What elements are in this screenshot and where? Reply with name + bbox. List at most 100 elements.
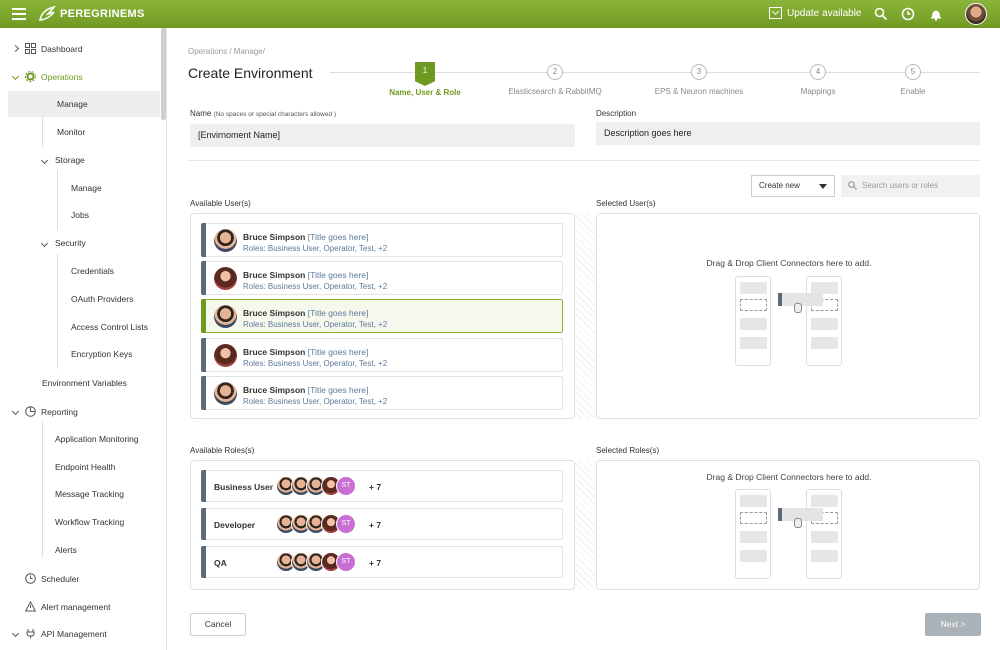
sidebar-item-label: Monitor: [57, 127, 86, 137]
illus-block-dashed: [740, 512, 767, 524]
drop-connector-decoration: [575, 460, 595, 590]
breadcrumb[interactable]: Operations / Manage/: [188, 47, 265, 56]
sidebar-item-security[interactable]: Security: [40, 238, 86, 248]
illus-block: [740, 495, 767, 507]
search-users-input[interactable]: Search users or roles: [841, 175, 980, 197]
sidebar-item-message-tracking[interactable]: Message Tracking: [55, 489, 124, 499]
member-initials-badge: ST: [336, 476, 356, 496]
user-card-selected[interactable]: Bruce Simpson [Title goes here] Roles: B…: [201, 299, 563, 333]
step-2[interactable]: 2 Elasticsearch & RabbitMQ: [495, 64, 615, 96]
create-new-dropdown[interactable]: Create new: [751, 175, 835, 197]
search-placeholder: Search users or roles: [862, 181, 939, 190]
user-title: [Title goes here]: [307, 270, 369, 280]
search-icon[interactable]: [874, 7, 888, 21]
next-button[interactable]: Next >: [925, 613, 981, 636]
step-3[interactable]: 3 EPS & Neuron machines: [639, 64, 759, 96]
sidebar-item-encryption[interactable]: Encryption Keys: [71, 349, 132, 359]
description-input[interactable]: Description goes here: [596, 122, 980, 145]
sidebar-item-manage[interactable]: Manage: [8, 91, 160, 117]
role-avatars: ST: [276, 552, 356, 572]
sidebar-item-alert-management[interactable]: Alert management: [25, 601, 110, 612]
sidebar-item-label: Jobs: [71, 210, 89, 220]
user-roles: Roles: Business User, Operator, Test, +2: [243, 282, 388, 291]
name-input[interactable]: [Envirnoment Name]: [190, 124, 575, 147]
user-roles: Roles: Business User, Operator, Test, +2: [243, 359, 388, 368]
user-title: [Title goes here]: [307, 347, 369, 357]
user-card[interactable]: Bruce Simpson [Title goes here] Roles: B…: [201, 338, 563, 372]
drag-handle[interactable]: [201, 338, 206, 372]
top-bar: PEREGRINEMS Update available: [0, 0, 1000, 28]
drag-handle[interactable]: [201, 223, 206, 257]
drag-handle[interactable]: [201, 508, 206, 540]
clock-icon[interactable]: [901, 7, 915, 21]
sidebar-item-label: Credentials: [71, 266, 114, 276]
sidebar-item-label: OAuth Providers: [71, 294, 134, 304]
step-1[interactable]: 1 Name, User & Role: [365, 62, 485, 97]
user-name-text: Bruce Simpson: [243, 232, 306, 242]
step-number: 5: [905, 64, 921, 80]
create-new-label: Create new: [759, 181, 800, 190]
step-label: Elasticsearch & RabbitMQ: [508, 87, 602, 96]
sidebar-item-env-vars[interactable]: Environment Variables: [42, 378, 127, 388]
user-card[interactable]: Bruce Simpson [Title goes here] Roles: B…: [201, 223, 563, 257]
bell-icon[interactable]: [929, 7, 943, 21]
sidebar-scrollbar[interactable]: [161, 28, 166, 120]
role-card[interactable]: Business User ST + 7: [201, 470, 563, 502]
drag-handle[interactable]: [201, 546, 206, 578]
user-title: [Title goes here]: [307, 308, 369, 318]
illus-block: [740, 282, 767, 294]
sidebar-item-jobs[interactable]: Jobs: [71, 210, 89, 220]
user-name: Bruce Simpson [Title goes here]: [243, 232, 368, 242]
sidebar-item-storage-manage[interactable]: Manage: [71, 183, 102, 193]
user-roles: Roles: Business User, Operator, Test, +2: [243, 244, 388, 253]
sidebar-item-dashboard[interactable]: Dashboard: [11, 43, 83, 54]
drag-handle[interactable]: [201, 376, 206, 410]
sidebar-item-oauth[interactable]: OAuth Providers: [71, 294, 133, 304]
sidebar-item-scheduler[interactable]: Scheduler: [25, 573, 79, 584]
user-card[interactable]: Bruce Simpson [Title goes here] Roles: B…: [201, 376, 563, 410]
role-card[interactable]: QA ST + 7: [201, 546, 563, 578]
pie-chart-icon: [25, 406, 36, 417]
drag-handle[interactable]: [201, 470, 206, 502]
sidebar-item-storage[interactable]: Storage: [40, 155, 85, 165]
menu-icon[interactable]: [12, 8, 26, 20]
role-card[interactable]: Developer ST + 7: [201, 508, 563, 540]
sidebar-item-endpoint-health[interactable]: Endpoint Health: [55, 462, 116, 472]
role-name: Business User: [214, 482, 274, 492]
user-name-text: Bruce Simpson: [243, 347, 306, 357]
step-5[interactable]: 5 Enable: [853, 64, 973, 96]
sidebar-item-acl[interactable]: Access Control Lists: [71, 322, 148, 332]
user-card[interactable]: Bruce Simpson [Title goes here] Roles: B…: [201, 261, 563, 295]
drag-handle[interactable]: [201, 299, 206, 333]
sidebar-item-credentials[interactable]: Credentials: [71, 266, 114, 276]
sidebar-item-label: Workflow Tracking: [55, 517, 125, 527]
update-available-button[interactable]: Update available: [769, 7, 862, 19]
sidebar-item-reporting[interactable]: Reporting: [11, 406, 78, 417]
sidebar-item-app-monitoring[interactable]: Application Monitoring: [55, 434, 139, 444]
sidebar-item-api-management[interactable]: API Management: [11, 628, 107, 639]
illus-block: [811, 531, 838, 543]
cancel-button[interactable]: Cancel: [190, 613, 246, 636]
user-name-text: Bruce Simpson: [243, 308, 306, 318]
member-initials-badge: ST: [336, 514, 356, 534]
user-avatar[interactable]: [965, 3, 987, 25]
sidebar-item-alerts[interactable]: Alerts: [55, 545, 77, 555]
sidebar-item-label: API Management: [41, 628, 107, 639]
sidebar-item-operations[interactable]: Operations: [11, 71, 83, 82]
chevron-down-icon: [40, 239, 49, 247]
role-avatars: ST: [276, 514, 356, 534]
drag-handle[interactable]: [201, 261, 206, 295]
selected-users-dropzone[interactable]: Drag & Drop Client Connectors here to ad…: [596, 213, 980, 419]
sidebar: [0, 28, 167, 650]
illus-block: [811, 318, 838, 330]
tree-line: [42, 117, 43, 147]
illus-block: [740, 337, 767, 349]
sidebar-item-label: Security: [55, 238, 86, 248]
sidebar-item-monitor[interactable]: Monitor: [57, 127, 85, 137]
download-icon: [769, 7, 782, 19]
selected-roles-dropzone[interactable]: Drag & Drop Client Connectors here to ad…: [596, 460, 980, 590]
peregrine-logo-icon: [39, 6, 56, 21]
step-label: Enable: [900, 87, 926, 96]
sidebar-item-workflow-tracking[interactable]: Workflow Tracking: [55, 517, 124, 527]
dropzone-text: Drag & Drop Client Connectors here to ad…: [706, 472, 872, 482]
